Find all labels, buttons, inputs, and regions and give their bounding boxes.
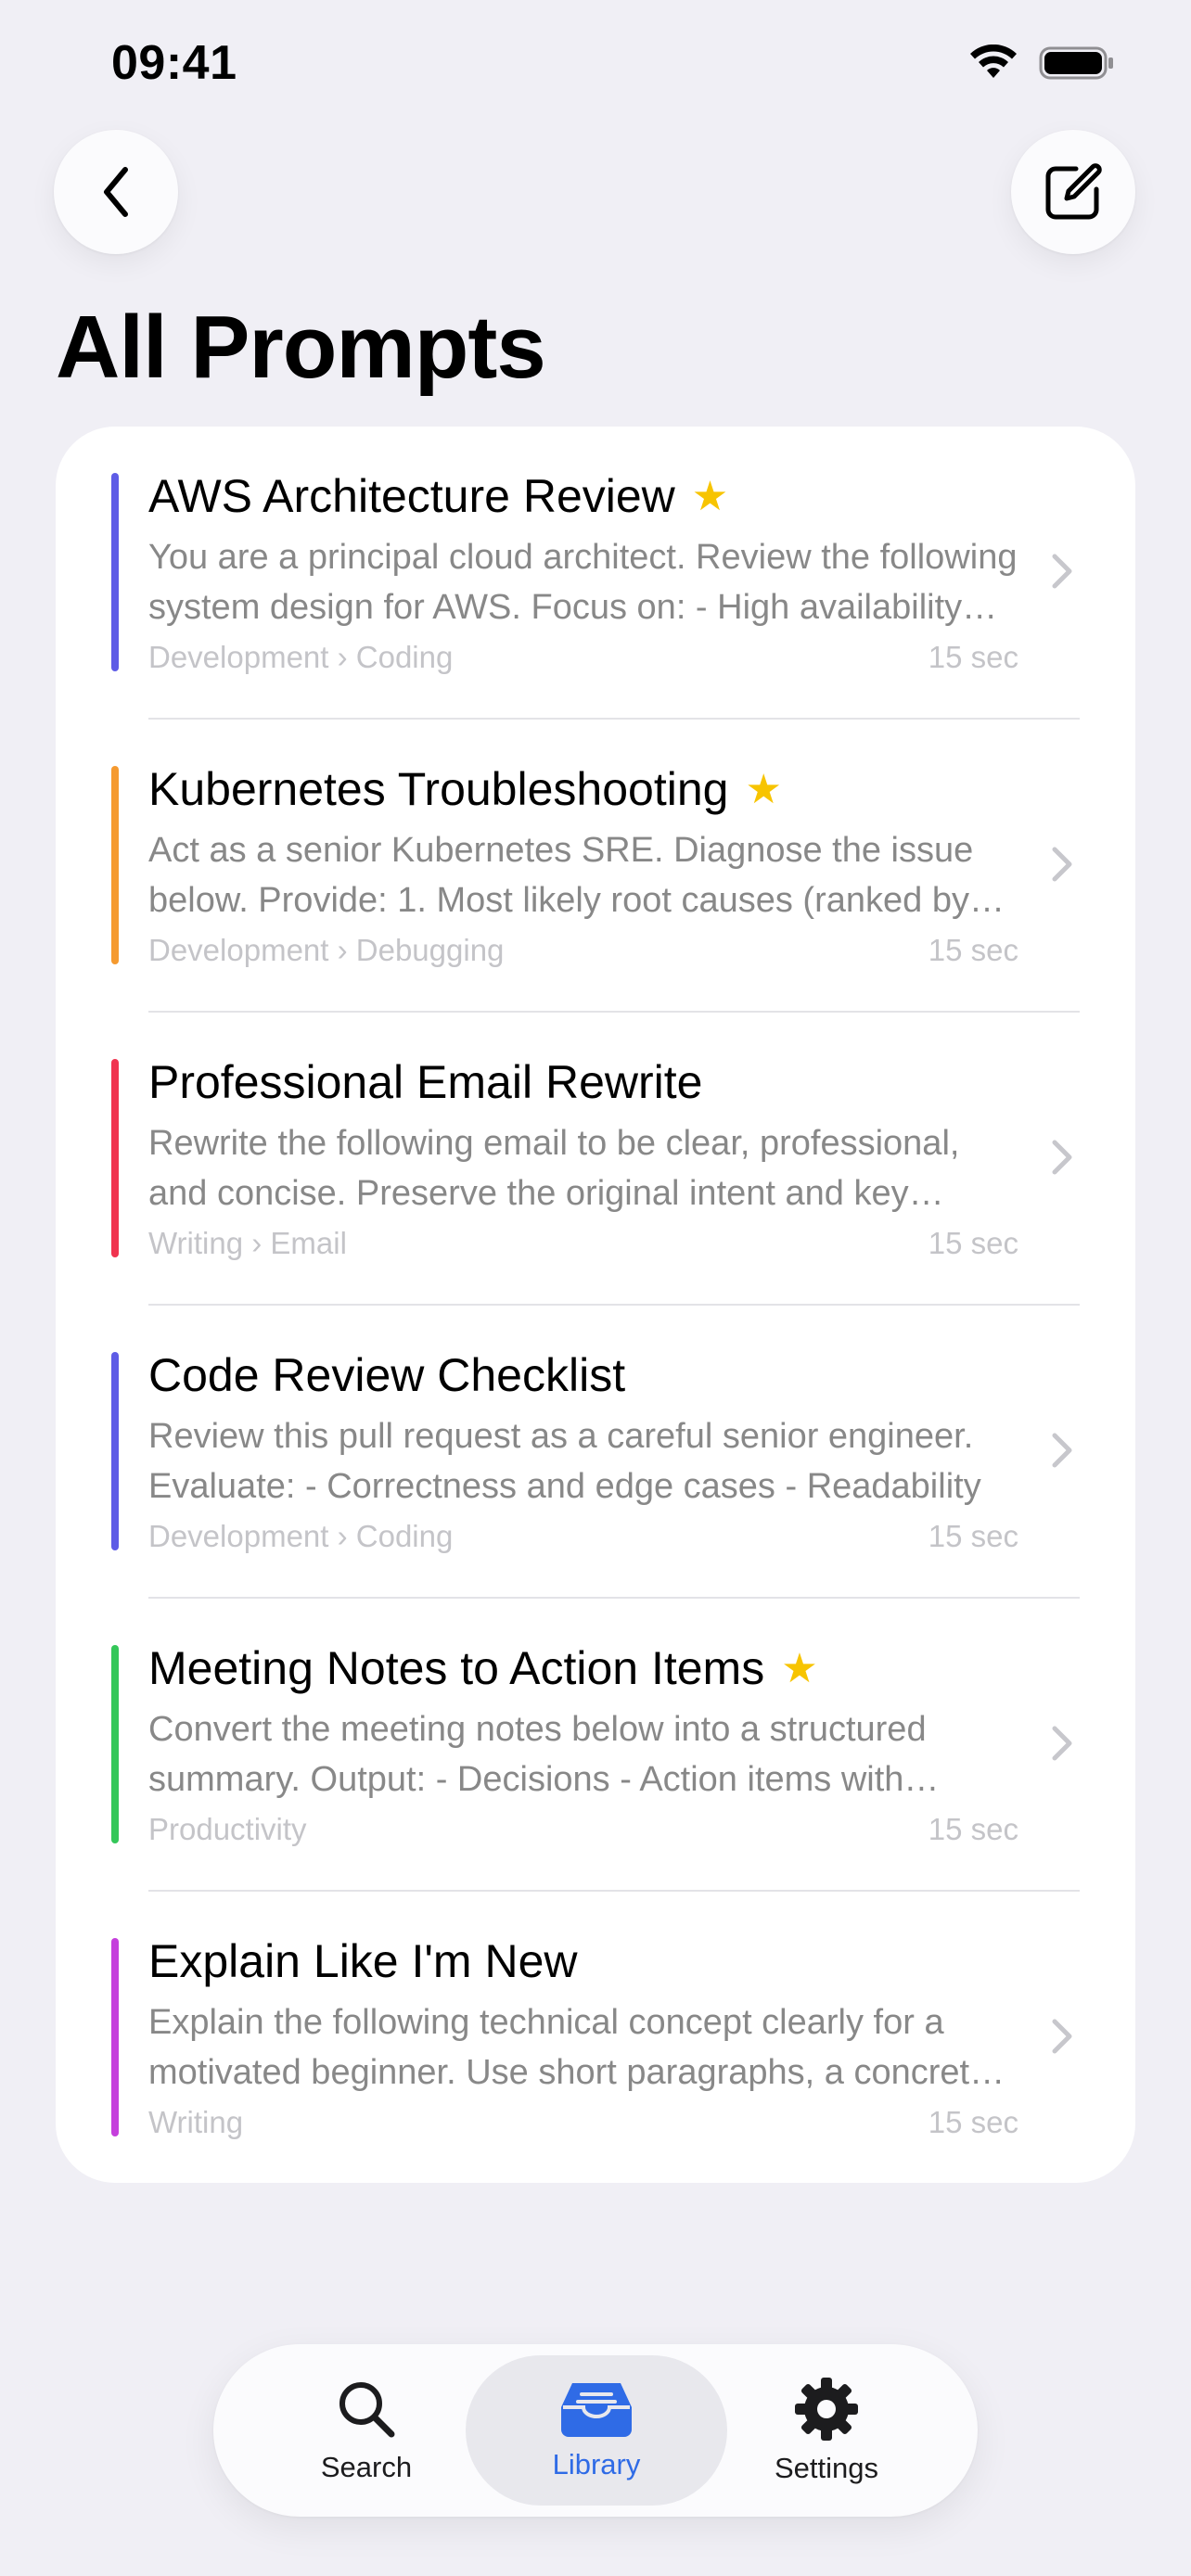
prompt-time: 15 sec bbox=[928, 933, 1018, 967]
chevron-right-icon bbox=[1052, 554, 1072, 589]
accent-bar bbox=[111, 1059, 119, 1257]
prompt-category: Writing › Email bbox=[148, 1226, 347, 1260]
prompt-category: Productivity bbox=[148, 1812, 307, 1846]
chevron-left-icon bbox=[104, 167, 128, 217]
tab-settings[interactable]: Settings bbox=[696, 2355, 957, 2506]
compose-button[interactable] bbox=[1011, 130, 1135, 254]
chevron-right-icon bbox=[1052, 2019, 1072, 2054]
tab-label: Settings bbox=[774, 2452, 878, 2484]
prompt-description: Rewrite the following email to be clear,… bbox=[148, 1124, 960, 1213]
prompt-row[interactable]: Code Review Checklist Review this pull r… bbox=[56, 1306, 1135, 1599]
prompt-row[interactable]: Meeting Notes to Action Items ★ Convert t… bbox=[56, 1599, 1135, 1892]
prompt-category: Development › Coding bbox=[148, 1519, 454, 1553]
prompt-title: Explain Like I'm New bbox=[148, 1934, 578, 1988]
prompt-title-text: Meeting Notes to Action Items bbox=[148, 1642, 765, 1694]
back-button[interactable] bbox=[54, 130, 178, 254]
chevron-right-icon bbox=[1052, 847, 1072, 882]
prompt-time: 15 sec bbox=[928, 1519, 1018, 1553]
prompt-category: Development › Coding bbox=[148, 640, 454, 674]
prompt-time: 15 sec bbox=[928, 640, 1018, 674]
prompt-category: Development › Debugging bbox=[148, 933, 505, 967]
prompt-title-text: Explain Like I'm New bbox=[148, 1935, 578, 1987]
star-icon: ★ bbox=[745, 766, 782, 812]
prompt-title: Professional Email Rewrite bbox=[148, 1055, 702, 1109]
accent-bar bbox=[111, 473, 119, 671]
wifi-icon bbox=[970, 45, 1017, 78]
accent-bar bbox=[111, 1352, 119, 1550]
prompt-time: 15 sec bbox=[928, 1812, 1018, 1846]
prompt-title: Kubernetes Troubleshooting ★ bbox=[148, 762, 782, 816]
prompt-title-text: AWS Architecture Review bbox=[148, 470, 675, 522]
prompt-title: Meeting Notes to Action Items ★ bbox=[148, 1641, 818, 1695]
prompt-time: 15 sec bbox=[928, 2105, 1018, 2139]
status-time: 09:41 bbox=[111, 36, 237, 90]
prompt-category: Writing bbox=[148, 2105, 244, 2139]
accent-bar bbox=[111, 1645, 119, 1843]
prompt-row[interactable]: Kubernetes Troubleshooting ★ Act as a sen… bbox=[56, 720, 1135, 1013]
tab-label: Search bbox=[320, 2451, 413, 2483]
star-icon: ★ bbox=[691, 473, 729, 519]
prompt-title: AWS Architecture Review ★ bbox=[148, 469, 728, 523]
prompt-description: Convert the meeting notes below into a s… bbox=[148, 1710, 927, 1799]
search-icon bbox=[339, 2382, 395, 2438]
star-icon: ★ bbox=[781, 1645, 818, 1691]
accent-bar bbox=[111, 1938, 119, 2136]
chevron-right-icon bbox=[1052, 1433, 1072, 1468]
prompt-title-text: Professional Email Rewrite bbox=[148, 1056, 703, 1108]
chevron-right-icon bbox=[1052, 1726, 1072, 1761]
prompt-title-text: Kubernetes Troubleshooting bbox=[148, 763, 729, 815]
screen: 09:41 All Prompts AWS Architecture Revie… bbox=[0, 0, 1191, 2576]
prompt-time: 15 sec bbox=[928, 1226, 1018, 1260]
compose-icon bbox=[1045, 163, 1102, 220]
prompt-description: You are a principal cloud architect. Rev… bbox=[148, 538, 1018, 627]
gear-icon bbox=[795, 2378, 858, 2441]
tab-label: Library bbox=[552, 2448, 641, 2480]
prompt-row[interactable]: Professional Email Rewrite Rewrite the f… bbox=[56, 1013, 1135, 1306]
prompt-list: AWS Architecture Review ★ You are a princ… bbox=[56, 427, 1135, 2183]
prompt-row[interactable]: Explain Like I'm New Explain the followi… bbox=[56, 1892, 1135, 2183]
prompt-description: Act as a senior Kubernetes SRE. Diagnose… bbox=[148, 831, 974, 920]
accent-bar bbox=[111, 766, 119, 964]
battery-icon bbox=[1039, 46, 1113, 80]
chevron-right-icon bbox=[1052, 1140, 1072, 1175]
prompt-title: Code Review Checklist bbox=[148, 1348, 625, 1402]
page-title: All Prompts bbox=[56, 298, 546, 397]
tray-icon bbox=[561, 2383, 632, 2437]
prompt-description: Review this pull request as a careful se… bbox=[148, 1417, 981, 1506]
tab-bar: Search Library Settings bbox=[213, 2344, 978, 2517]
tab-library[interactable]: Library bbox=[466, 2355, 727, 2506]
prompt-row[interactable]: AWS Architecture Review ★ You are a princ… bbox=[56, 427, 1135, 720]
status-icons bbox=[968, 45, 1115, 82]
prompt-description: Explain the following technical concept … bbox=[148, 2003, 990, 2092]
tab-search[interactable]: Search bbox=[236, 2355, 497, 2506]
prompt-title-text: Code Review Checklist bbox=[148, 1349, 626, 1401]
